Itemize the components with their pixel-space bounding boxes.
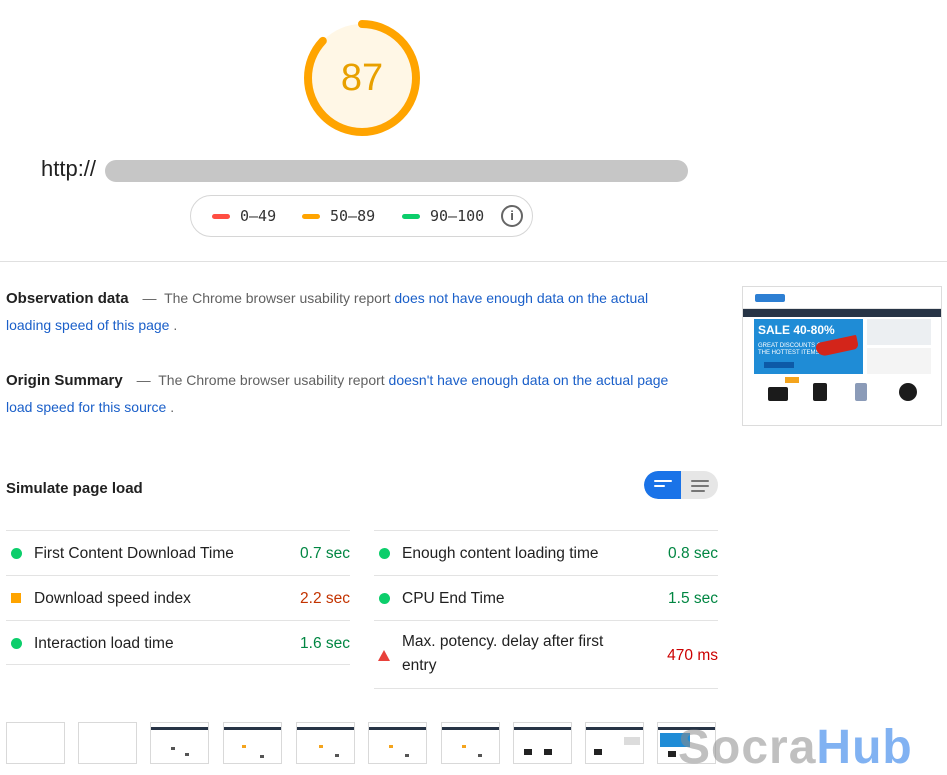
metric-row: Max. potency. delay after first entry 47… — [374, 620, 718, 689]
performance-score-gauge: 87 — [301, 17, 423, 139]
metric-row: Interaction load time 1.6 sec — [6, 620, 350, 665]
filmstrip-frame — [6, 722, 65, 764]
pass-icon — [379, 548, 390, 559]
thumb-product — [855, 383, 867, 401]
metric-value: 1.6 sec — [300, 635, 350, 652]
legend-average-label: 50–89 — [330, 207, 376, 225]
thumb-product — [813, 383, 827, 401]
filmstrip-frame — [513, 722, 572, 764]
watermark-part1: Socra — [678, 721, 817, 774]
thumb-badge — [785, 377, 799, 383]
metric-label: First Content Download Time — [34, 545, 234, 562]
thumb-nav — [743, 309, 941, 317]
origin-dash: — — [136, 372, 151, 388]
origin-text: The Chrome browser usability report — [158, 372, 385, 388]
score-value: 87 — [340, 57, 384, 99]
metric-value: 0.7 sec — [300, 545, 350, 562]
observation-text: The Chrome browser usability report — [164, 290, 391, 306]
view-toggle[interactable] — [644, 471, 718, 499]
thumb-header — [743, 287, 941, 309]
pass-icon — [11, 638, 22, 649]
header-divider — [0, 261, 947, 262]
metric-row: CPU End Time 1.5 sec — [374, 575, 718, 620]
metric-row: First Content Download Time 0.7 sec — [6, 530, 350, 575]
thumb-pepper-image — [815, 334, 859, 358]
filmstrip-frame — [78, 722, 137, 764]
legend-average-swatch — [302, 213, 320, 219]
thumb-button — [764, 362, 794, 368]
metric-row: Download speed index 2.2 sec — [6, 575, 350, 620]
pass-icon — [11, 548, 22, 559]
metric-label: CPU End Time — [402, 590, 505, 607]
thumb-logo — [755, 294, 785, 302]
legend-fail-label: 0–49 — [240, 207, 277, 225]
watermark-logo: SocraHub — [678, 720, 913, 775]
pass-icon — [379, 593, 390, 604]
thumb-side-banner — [867, 319, 931, 345]
list-view-button[interactable] — [681, 471, 718, 499]
thumb-sale-text: SALE 40-80% — [758, 323, 835, 337]
info-icon[interactable]: i — [501, 205, 523, 227]
url-redaction — [105, 160, 688, 182]
metric-value: 0.8 sec — [668, 545, 718, 562]
metric-label: Download speed index — [34, 590, 191, 607]
observation-end: . — [173, 317, 178, 333]
legend-fail-swatch — [212, 213, 230, 219]
thumb-banner: SALE 40-80% GREAT DISCOUNTS ON THE HOTTE… — [754, 319, 863, 374]
origin-end: . — [170, 399, 175, 415]
metric-value: 470 ms — [667, 647, 718, 664]
filmstrip-frame — [585, 722, 644, 764]
metric-value: 2.2 sec — [300, 590, 350, 607]
legend-pass-label: 90–100 — [430, 207, 485, 225]
filmstrip-frame — [150, 722, 209, 764]
simulate-title: Simulate page load — [6, 480, 143, 497]
fail-icon — [378, 650, 390, 661]
average-icon — [11, 593, 21, 603]
legend-item-fail: 0–49 — [212, 196, 276, 236]
compact-view-button[interactable] — [644, 471, 681, 499]
metric-value: 1.5 sec — [668, 590, 718, 607]
score-legend: 0–49 50–89 90–100 i — [190, 195, 533, 237]
list-view-icon — [691, 480, 709, 495]
metric-row: Enough content loading time 0.8 sec — [374, 530, 718, 575]
observation-title: Observation data — [6, 290, 129, 307]
watermark-part2: Hub — [816, 721, 913, 774]
metric-label: Interaction load time — [34, 635, 174, 652]
filmstrip-frame — [296, 722, 355, 764]
tested-url: http:// — [41, 156, 97, 181]
observation-section: Observation data — The Chrome browser us… — [6, 285, 696, 338]
filmstrip-frame — [441, 722, 500, 764]
observation-dash: — — [142, 290, 157, 306]
thumb-product — [899, 383, 917, 401]
legend-item-average: 50–89 — [302, 196, 375, 236]
filmstrip-frame — [368, 722, 427, 764]
origin-section: Origin Summary — The Chrome browser usab… — [6, 367, 696, 420]
compact-view-icon — [654, 480, 672, 490]
thumb-product — [768, 387, 788, 401]
metric-label: Max. potency. delay after first entry — [402, 633, 604, 674]
metric-label: Enough content loading time — [402, 545, 599, 562]
legend-item-pass: 90–100 — [402, 196, 484, 236]
origin-title: Origin Summary — [6, 372, 123, 389]
legend-pass-swatch — [402, 213, 420, 219]
thumb-side-banner — [867, 348, 931, 374]
page-screenshot-thumbnail[interactable]: SALE 40-80% GREAT DISCOUNTS ON THE HOTTE… — [742, 286, 942, 426]
filmstrip-frame — [223, 722, 282, 764]
